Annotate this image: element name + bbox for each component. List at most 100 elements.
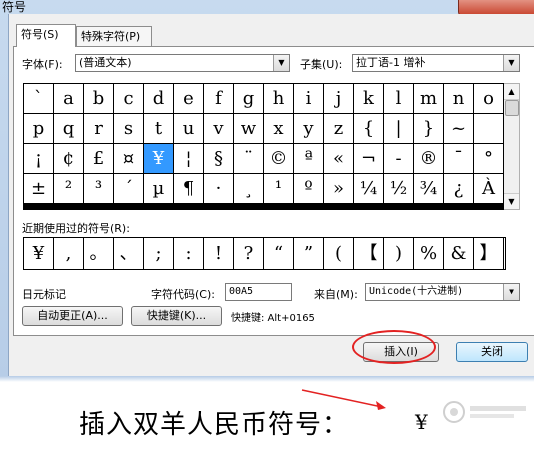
symbol-cell[interactable]: ¿ bbox=[444, 174, 474, 204]
recent-symbol-cell[interactable]: ? bbox=[234, 238, 264, 269]
symbol-cell[interactable]: µ bbox=[144, 174, 174, 204]
recent-symbol-cell[interactable]: ; bbox=[144, 238, 174, 269]
symbol-cell[interactable]: - bbox=[384, 144, 414, 174]
symbol-cell[interactable]: z bbox=[324, 114, 354, 144]
symbol-cell[interactable]: § bbox=[204, 144, 234, 174]
chevron-down-icon[interactable]: ▼ bbox=[503, 55, 519, 71]
chevron-down-icon[interactable]: ▼ bbox=[273, 55, 289, 71]
symbol-cell[interactable]: { bbox=[354, 114, 384, 144]
shortcut-key-button[interactable]: 快捷键(K)... bbox=[131, 306, 222, 326]
symbol-cell[interactable]: º bbox=[294, 174, 324, 204]
symbol-grid-scrollbar[interactable]: ▲ ▼ bbox=[504, 83, 520, 210]
symbol-cell[interactable]: f bbox=[204, 84, 234, 114]
from-label: 来自(M): bbox=[314, 288, 358, 301]
symbol-cell[interactable]: ³ bbox=[84, 174, 114, 204]
symbol-cell[interactable]: s bbox=[114, 114, 144, 144]
symbol-cell[interactable]: n bbox=[444, 84, 474, 114]
symbol-cell[interactable]: ¤ bbox=[114, 144, 144, 174]
tab-symbols[interactable]: 符号(S) bbox=[16, 24, 76, 47]
symbol-cell[interactable]: c bbox=[114, 84, 144, 114]
symbol-cell[interactable]: ² bbox=[54, 174, 84, 204]
recent-symbol-cell[interactable]: : bbox=[174, 238, 204, 269]
scroll-thumb[interactable] bbox=[505, 100, 519, 116]
symbol-cell[interactable]: ¾ bbox=[414, 174, 444, 204]
symbol-cell[interactable]: | bbox=[384, 114, 414, 144]
symbol-cell[interactable]: ¹ bbox=[264, 174, 294, 204]
symbol-cell[interactable]: w bbox=[234, 114, 264, 144]
symbol-cell[interactable]: ¥ bbox=[144, 144, 174, 174]
symbol-cell[interactable]: ~ bbox=[444, 114, 474, 144]
symbol-cell[interactable]: © bbox=[264, 144, 294, 174]
recent-symbol-cell[interactable]: 】 bbox=[474, 238, 504, 269]
recent-symbol-cell[interactable]: , bbox=[54, 238, 84, 269]
recent-symbol-cell[interactable]: ¥ bbox=[24, 238, 54, 269]
symbol-cell[interactable]: x bbox=[264, 114, 294, 144]
symbol-cell[interactable]: ¡ bbox=[24, 144, 54, 174]
scroll-down-icon[interactable]: ▼ bbox=[504, 193, 519, 209]
recent-symbols-grid[interactable]: ¥,。、;:!? “”(【)% &】 bbox=[23, 237, 506, 270]
symbol-cell[interactable]: ¼ bbox=[354, 174, 384, 204]
symbol-cell[interactable]: b bbox=[84, 84, 114, 114]
symbol-cell[interactable]: j bbox=[324, 84, 354, 114]
symbol-cell[interactable]: · bbox=[204, 174, 234, 204]
symbol-cell[interactable]: ¢ bbox=[54, 144, 84, 174]
font-select[interactable]: (普通文本) ▼ bbox=[75, 54, 290, 72]
symbol-cell[interactable]: u bbox=[174, 114, 204, 144]
symbol-cell[interactable]: h bbox=[264, 84, 294, 114]
symbol-cell[interactable]: i bbox=[294, 84, 324, 114]
recent-symbol-cell[interactable]: 。 bbox=[84, 238, 114, 269]
symbol-cell[interactable]: ½ bbox=[384, 174, 414, 204]
symbol-cell[interactable]: o bbox=[474, 84, 504, 114]
symbol-cell[interactable]: £ bbox=[84, 144, 114, 174]
symbol-cell[interactable]: t bbox=[144, 114, 174, 144]
recent-symbol-cell[interactable]: ” bbox=[294, 238, 324, 269]
symbol-cell[interactable]: } bbox=[414, 114, 444, 144]
symbol-cell[interactable]: ª bbox=[294, 144, 324, 174]
symbol-cell[interactable]: ¸ bbox=[234, 174, 264, 204]
symbol-cell[interactable]: d bbox=[144, 84, 174, 114]
symbol-cell[interactable]: a bbox=[54, 84, 84, 114]
scroll-up-icon[interactable]: ▲ bbox=[504, 84, 519, 100]
recent-symbol-cell[interactable]: 、 bbox=[114, 238, 144, 269]
symbol-grid[interactable]: ` a b c d e f g h i j k l m n o p q r s t u v w x y z{|} ~ ¡ ¢ £ ¤ ¥ ¦ § ¨… bbox=[23, 83, 506, 210]
symbol-cell[interactable]: v bbox=[204, 114, 234, 144]
symbol-cell[interactable]: e bbox=[174, 84, 204, 114]
symbol-cell[interactable]: À bbox=[474, 174, 504, 204]
symbol-cell[interactable]: m bbox=[414, 84, 444, 114]
symbol-cell[interactable]: ° bbox=[474, 144, 504, 174]
symbol-cell[interactable]: « bbox=[324, 144, 354, 174]
symbol-cell[interactable]: k bbox=[354, 84, 384, 114]
recent-symbol-cell[interactable]: & bbox=[444, 238, 474, 269]
symbol-cell[interactable]: ¦ bbox=[174, 144, 204, 174]
subset-select[interactable]: 拉丁语-1 增补 ▼ bbox=[352, 54, 520, 72]
autocorrect-button[interactable]: 自动更正(A)... bbox=[22, 306, 123, 326]
symbol-cell[interactable] bbox=[474, 114, 504, 144]
close-button[interactable]: 关闭 bbox=[456, 342, 528, 362]
recent-symbol-cell[interactable]: “ bbox=[264, 238, 294, 269]
symbol-cell[interactable]: ¯ bbox=[444, 144, 474, 174]
subset-label: 子集(U): bbox=[300, 58, 343, 71]
symbol-cell[interactable]: p bbox=[24, 114, 54, 144]
recent-symbol-cell[interactable]: ) bbox=[384, 238, 414, 269]
symbol-cell[interactable]: ¬ bbox=[354, 144, 384, 174]
recent-symbol-cell[interactable]: % bbox=[414, 238, 444, 269]
symbol-cell[interactable]: ± bbox=[24, 174, 54, 204]
from-select[interactable]: Unicode(十六进制) ▼ bbox=[365, 283, 520, 301]
symbol-cell[interactable]: ´ bbox=[114, 174, 144, 204]
symbol-cell[interactable]: » bbox=[324, 174, 354, 204]
tab-special-characters[interactable]: 特殊字符(P) bbox=[76, 26, 152, 46]
symbol-cell[interactable]: ® bbox=[414, 144, 444, 174]
recent-symbol-cell[interactable]: ( bbox=[324, 238, 354, 269]
symbol-cell[interactable]: l bbox=[384, 84, 414, 114]
recent-symbol-cell[interactable]: 【 bbox=[354, 238, 384, 269]
symbol-cell[interactable]: r bbox=[84, 114, 114, 144]
symbol-cell[interactable]: g bbox=[234, 84, 264, 114]
symbol-cell[interactable]: y bbox=[294, 114, 324, 144]
symbol-cell[interactable]: ` bbox=[24, 84, 54, 114]
char-code-input[interactable]: 00A5 bbox=[225, 283, 292, 301]
symbol-cell[interactable]: q bbox=[54, 114, 84, 144]
symbol-cell[interactable]: ¶ bbox=[174, 174, 204, 204]
recent-symbol-cell[interactable]: ! bbox=[204, 238, 234, 269]
chevron-down-icon[interactable]: ▼ bbox=[503, 284, 519, 300]
symbol-cell[interactable]: ¨ bbox=[234, 144, 264, 174]
